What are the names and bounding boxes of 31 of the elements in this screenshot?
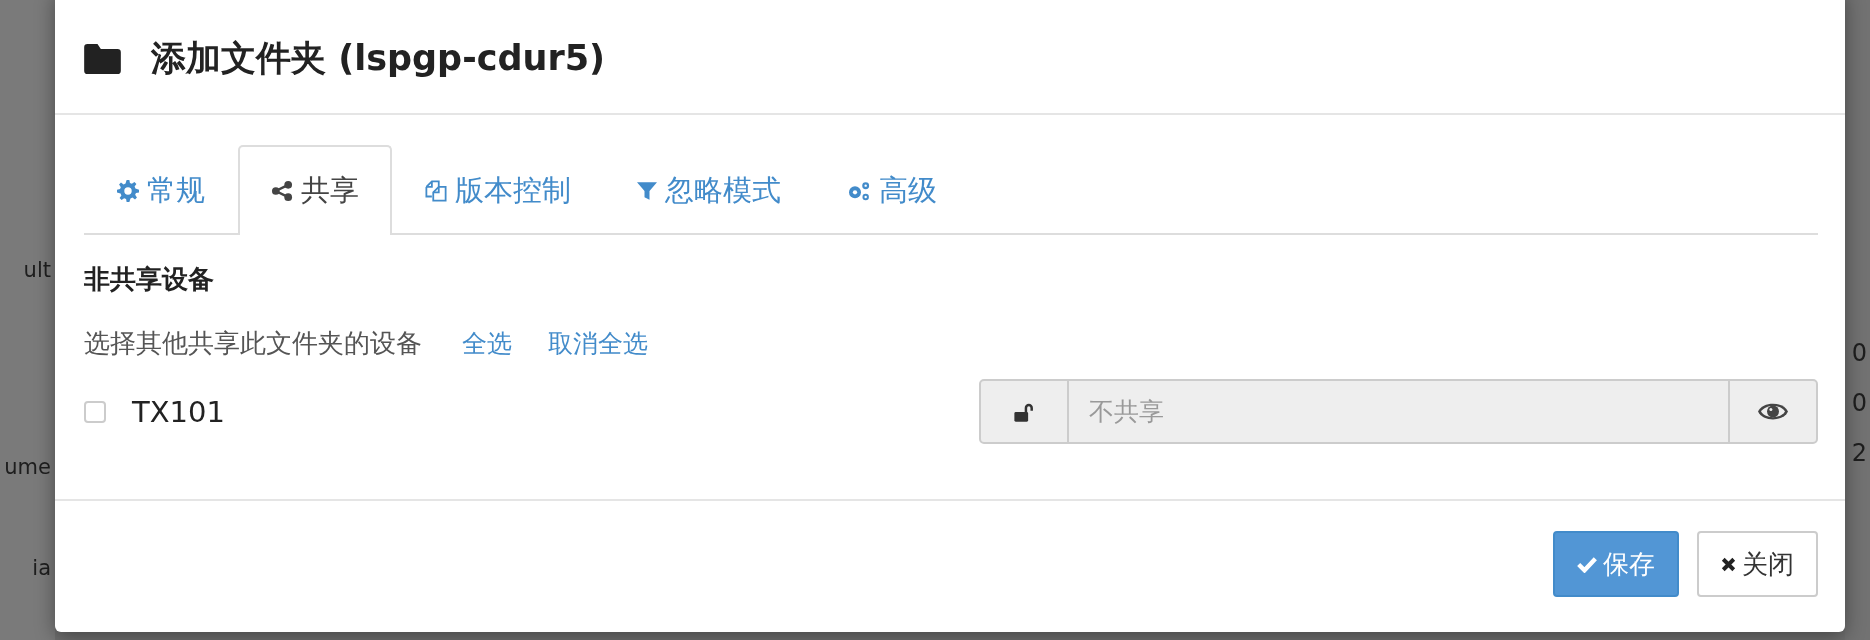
description-text: 选择其他共享此文件夹的设备 (84, 327, 422, 360)
show-button[interactable] (1728, 379, 1818, 444)
share-icon (271, 180, 293, 202)
gear-icon (117, 180, 139, 202)
link[interactable]: 取消全选 (548, 327, 648, 360)
gears-icon (847, 180, 871, 202)
tab[interactable]: 高级 (814, 145, 970, 235)
check-icon (1577, 555, 1597, 573)
background-text: ult (23, 257, 51, 284)
folder-icon (84, 44, 121, 74)
tab[interactable]: 共享 (238, 145, 392, 235)
eye-icon (1758, 402, 1788, 421)
background-text: ia (32, 555, 51, 582)
lock-button[interactable] (979, 379, 1069, 444)
save-button[interactable]: 保存 (1553, 531, 1679, 597)
background-text: 0 (1851, 338, 1867, 368)
copy-icon (425, 180, 447, 202)
close-icon (1721, 556, 1736, 572)
filter-icon (637, 181, 657, 201)
dialog-title: 添加文件夹 (lspgp-cdur5) (151, 37, 606, 80)
tab[interactable]: 版本控制 (392, 145, 604, 235)
background-text: 2 (1851, 438, 1867, 468)
device-name: TX101 (132, 394, 225, 429)
checkbox[interactable] (84, 400, 106, 423)
tab[interactable]: 忽略模式 (604, 145, 814, 235)
background-text: ume (4, 454, 51, 481)
close-button[interactable]: 关闭 (1697, 531, 1818, 597)
tab[interactable]: 常规 (84, 145, 238, 235)
section-heading: 非共享设备 (84, 263, 215, 296)
background-text: 0 (1851, 388, 1867, 418)
link[interactable]: 全选 (462, 327, 512, 360)
